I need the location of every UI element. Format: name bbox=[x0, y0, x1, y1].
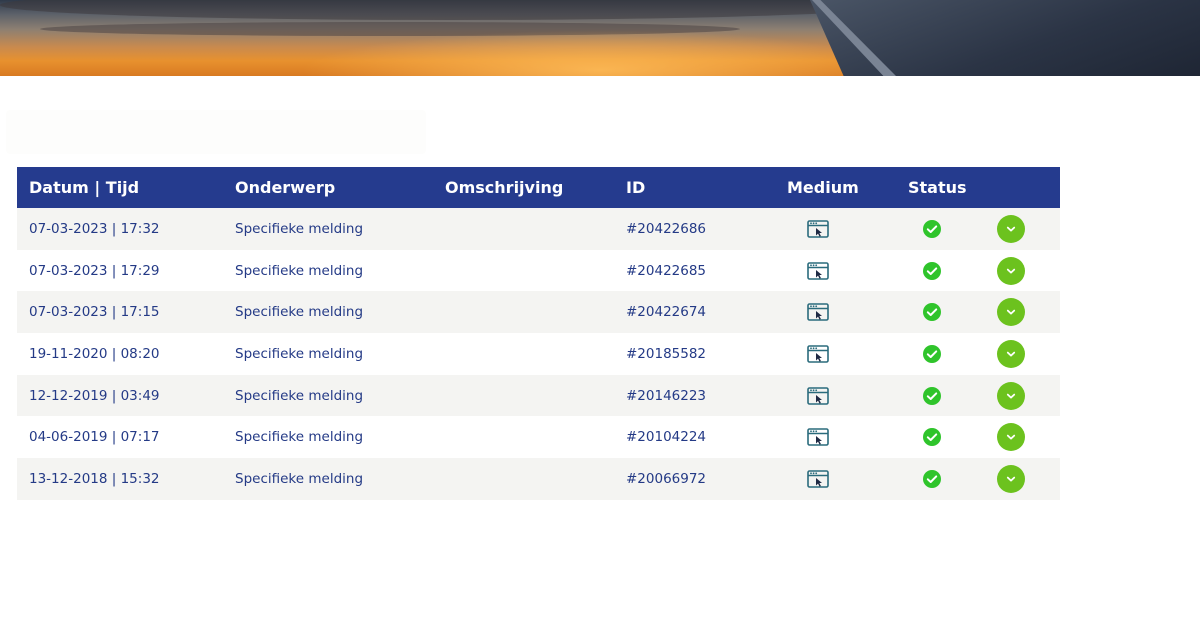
check-circle-icon bbox=[923, 261, 941, 280]
web-browser-icon bbox=[807, 303, 829, 322]
web-browser-icon bbox=[807, 345, 829, 363]
chevron-down-icon bbox=[997, 214, 1025, 243]
cell-subject: Specifieke melding bbox=[235, 345, 364, 362]
chevron-down-icon bbox=[997, 381, 1025, 410]
cell-subject: Specifieke melding bbox=[235, 304, 364, 321]
airplane-wing bbox=[810, 0, 1200, 76]
cell-date: 13-12-2018 | 15:32 bbox=[29, 470, 160, 487]
cell-id: #20422686 bbox=[626, 220, 707, 237]
check-circle-icon bbox=[923, 428, 941, 447]
cell-date: 12-12-2019 | 03:49 bbox=[29, 387, 160, 404]
cell-id: #20422685 bbox=[626, 262, 707, 279]
check-circle-icon bbox=[923, 469, 941, 488]
table-row: 04-06-2019 | 07:17 Specifieke melding #201… bbox=[17, 416, 1060, 459]
notifications-table: Datum | Tijd Onderwerp Omschrijving ID M… bbox=[17, 167, 1060, 500]
chevron-down-icon bbox=[997, 298, 1025, 327]
cell-id: #20104224 bbox=[626, 429, 707, 446]
cell-subject: Specifieke melding bbox=[235, 387, 364, 404]
chevron-down-icon bbox=[997, 256, 1025, 285]
web-browser-icon bbox=[807, 261, 829, 280]
header-subject: Onderwerp bbox=[235, 178, 336, 197]
expand-row-button[interactable] bbox=[997, 423, 1025, 452]
cell-date: 04-06-2019 | 07:17 bbox=[29, 429, 160, 446]
cell-subject: Specifieke melding bbox=[235, 470, 364, 487]
web-browser-icon bbox=[807, 470, 829, 488]
cell-subject: Specifieke melding bbox=[235, 262, 364, 279]
expand-row-button[interactable] bbox=[997, 339, 1025, 368]
cloud-band bbox=[0, 0, 900, 20]
web-browser-icon bbox=[807, 428, 829, 447]
chevron-down-icon bbox=[997, 339, 1025, 368]
faded-panel bbox=[6, 110, 426, 154]
check-circle-icon bbox=[923, 344, 941, 363]
header-date: Datum | Tijd bbox=[29, 178, 140, 197]
table-row: 13-12-2018 | 15:32 Specifieke melding #200… bbox=[17, 458, 1060, 500]
header-medium: Medium bbox=[787, 178, 859, 197]
cell-subject: Specifieke melding bbox=[235, 220, 364, 237]
table-row: 07-03-2023 | 17:29 Specifieke melding #204… bbox=[17, 249, 1060, 292]
cell-id: #20146223 bbox=[626, 387, 707, 404]
expand-row-button[interactable] bbox=[997, 256, 1025, 285]
table-row: 07-03-2023 | 17:32 Specifieke melding #204… bbox=[17, 208, 1060, 250]
header-status: Status bbox=[908, 178, 967, 197]
check-circle-icon bbox=[923, 386, 941, 405]
sunset-glow bbox=[300, 30, 900, 76]
header-id: ID bbox=[626, 178, 646, 197]
table-body: 07-03-2023 | 17:32 Specifieke melding #204… bbox=[17, 208, 1060, 500]
web-browser-icon bbox=[807, 386, 829, 405]
chevron-down-icon bbox=[997, 423, 1025, 452]
table-row: 12-12-2019 | 03:49 Specifieke melding #201… bbox=[17, 374, 1060, 417]
table-row: 19-11-2020 | 08:20 Specifieke melding #201… bbox=[17, 333, 1060, 375]
header-description: Omschrijving bbox=[445, 178, 564, 197]
check-circle-icon bbox=[923, 303, 941, 322]
check-circle-icon bbox=[923, 219, 941, 238]
table-header: Datum | Tijd Onderwerp Omschrijving ID M… bbox=[17, 167, 1060, 208]
expand-row-button[interactable] bbox=[997, 464, 1025, 493]
cell-date: 07-03-2023 | 17:29 bbox=[29, 262, 160, 279]
hero-banner-image bbox=[0, 0, 1200, 76]
table-row: 07-03-2023 | 17:15 Specifieke melding #204… bbox=[17, 291, 1060, 334]
cell-date: 07-03-2023 | 17:32 bbox=[29, 220, 160, 237]
cell-id: #20422674 bbox=[626, 304, 707, 321]
web-browser-icon bbox=[807, 220, 829, 238]
cell-id: #20066972 bbox=[626, 470, 707, 487]
cell-subject: Specifieke melding bbox=[235, 429, 364, 446]
expand-row-button[interactable] bbox=[997, 381, 1025, 410]
expand-row-button[interactable] bbox=[997, 214, 1025, 243]
chevron-down-icon bbox=[997, 464, 1025, 493]
cell-date: 07-03-2023 | 17:15 bbox=[29, 304, 160, 321]
cell-id: #20185582 bbox=[626, 345, 707, 362]
expand-row-button[interactable] bbox=[997, 298, 1025, 327]
cell-date: 19-11-2020 | 08:20 bbox=[29, 345, 160, 362]
